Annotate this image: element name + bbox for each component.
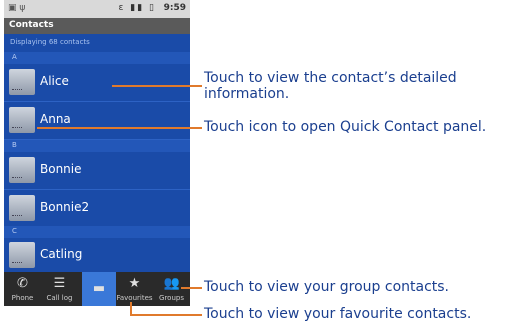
phone-icon: ✆ <box>17 276 28 291</box>
callout-line-detail <box>112 85 202 87</box>
contact-name: Alice <box>40 74 69 88</box>
tab-label: Favourites <box>116 294 153 302</box>
section-letter: B <box>12 141 17 149</box>
callout-detail-line2: information. <box>204 86 290 102</box>
tab-contacts[interactable]: ▬ <box>82 272 116 306</box>
contact-count-label: Displaying 68 contacts <box>10 38 90 46</box>
callout-quick-contact: Touch icon to open Quick Contact panel. <box>204 119 487 135</box>
star-icon: ★ <box>128 276 141 291</box>
callout-groups: Touch to view your group contacts. <box>204 279 449 295</box>
section-letter: C <box>12 227 17 235</box>
contact-avatar-icon[interactable] <box>9 69 35 95</box>
section-header-a: A <box>4 52 190 64</box>
callout-line-quick-contact <box>37 127 202 129</box>
status-bar: ▣ ψ ε ▮▮ ▯ 9:59 <box>4 0 190 18</box>
title-bar: Contacts <box>4 18 190 34</box>
contact-row-catling[interactable]: Catling <box>4 237 190 275</box>
callout-line-groups <box>181 287 202 289</box>
tab-favourites[interactable]: ★ Favourites <box>116 272 153 306</box>
contact-name: Anna <box>40 112 71 126</box>
contact-avatar-icon[interactable] <box>9 107 35 133</box>
contact-row-alice[interactable]: Alice <box>4 64 190 102</box>
callout-line-favourites <box>130 314 202 316</box>
contacts-icon: ▬ <box>92 281 106 296</box>
contact-avatar-icon[interactable] <box>9 195 35 221</box>
tab-groups[interactable]: 👥 Groups <box>153 272 190 306</box>
contact-avatar-icon[interactable] <box>9 242 35 268</box>
tab-phone[interactable]: ✆ Phone <box>4 272 41 306</box>
section-header-b: B <box>4 140 190 152</box>
contact-name: Bonnie2 <box>40 200 90 214</box>
contact-name: Bonnie <box>40 162 82 176</box>
contact-avatar-icon[interactable] <box>9 157 35 183</box>
phone-screen: ▣ ψ ε ▮▮ ▯ 9:59 Contacts Displaying 68 c… <box>4 0 190 306</box>
tab-label: Phone <box>11 294 34 302</box>
status-time: 9:59 <box>163 3 186 13</box>
groups-icon: 👥 <box>163 276 180 291</box>
callout-favourites: Touch to view your favourite contacts. <box>204 306 472 322</box>
contact-row-bonnie[interactable]: Bonnie <box>4 152 190 190</box>
section-letter: A <box>12 53 17 61</box>
tab-label: Call log <box>46 294 73 302</box>
bottom-tab-bar: ✆ Phone ☰ Call log ▬ ★ Favourites 👥 Grou… <box>4 272 190 306</box>
callout-detail-line1: Touch to view the contact’s detailed <box>204 70 457 86</box>
callout-detail: Touch to view the contact’s detailed inf… <box>204 70 457 102</box>
app-title: Contacts <box>9 20 54 30</box>
contact-name: Catling <box>40 247 83 261</box>
tab-label: Groups <box>159 294 184 302</box>
contact-row-bonnie2[interactable]: Bonnie2 <box>4 190 190 228</box>
notification-icons: ▣ ψ <box>8 3 26 13</box>
signal-battery-icons: ε ▮▮ ▯ <box>118 3 156 13</box>
contact-row-anna[interactable]: Anna <box>4 102 190 140</box>
tab-call-log[interactable]: ☰ Call log <box>41 272 78 306</box>
call-log-icon: ☰ <box>53 276 66 291</box>
